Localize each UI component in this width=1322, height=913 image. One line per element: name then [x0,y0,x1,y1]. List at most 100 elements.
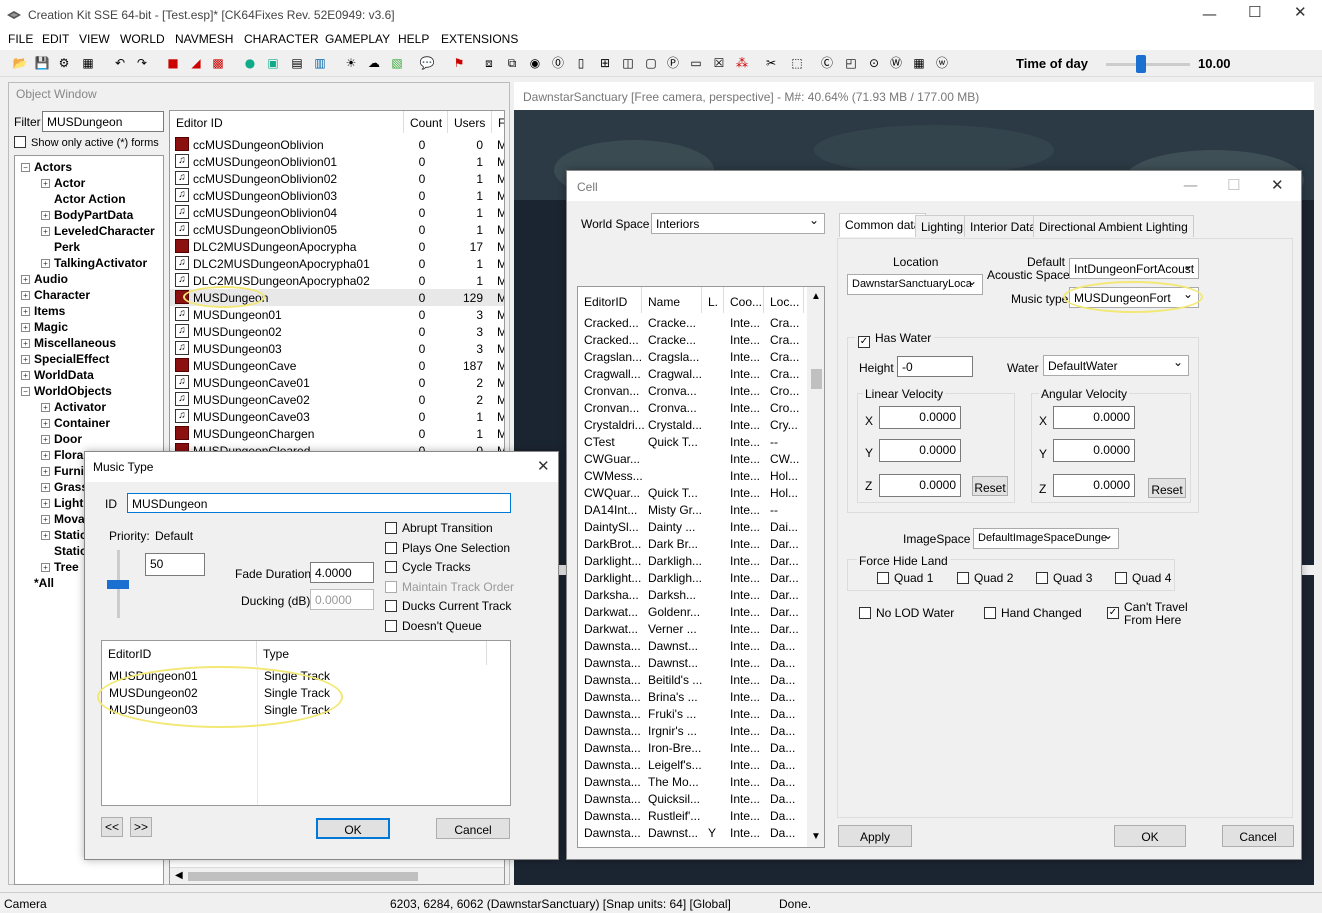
table-row[interactable]: MUSDungeon 0 129 M [170,289,504,306]
tree-item[interactable]: + Character [21,288,90,302]
tree-item[interactable]: *All [21,576,54,590]
cell-maximize-icon[interactable]: ☐ [1227,176,1240,194]
has-water-checkbox[interactable]: ✓ Has Water [855,331,935,348]
tree-expander-icon[interactable]: + [41,531,50,541]
data-icon[interactable]: ▦ [80,55,96,71]
cell-cancel-button[interactable]: Cancel [1222,825,1294,847]
list-item[interactable]: Cronvan... Cronva... Inte... Cro... [578,399,804,416]
tree-item[interactable]: + Container [41,416,110,430]
tab-interior-data[interactable]: Interior Data [964,215,1043,237]
list-item[interactable]: Dawnsta... Dawnst... Y Inte... Da... [578,824,804,841]
list-item[interactable]: Cracked... Cracke... Inte... Cra... [578,331,804,348]
list-item[interactable]: Cragwall... Cragwal... Inte... Cra... [578,365,804,382]
music-close-icon[interactable]: ✕ [537,457,550,475]
cube2-icon[interactable]: ◫ [620,55,636,71]
table-row[interactable]: ♫ MUSDungeonCave01 0 2M [170,374,504,391]
table-row[interactable]: ♫ DLC2MUSDungeonApocrypha02 0 1M [170,272,504,289]
scroll-up-icon[interactable]: ▲ [811,291,821,302]
scroll-down-icon[interactable]: ▼ [811,831,821,842]
track-col-type[interactable]: Type [257,641,487,665]
angular-x-input[interactable]: 0.0000 [1053,406,1135,429]
music-ok-button[interactable]: OK [316,818,390,839]
list-item[interactable]: Dawnsta... Dawnst... Inte... Da... [578,654,804,671]
cell-col-editorid[interactable]: EditorID [578,287,642,313]
list-item[interactable]: Dawnsta... Leigelf's... Inte... Da... [578,756,804,773]
list-item[interactable]: Darklight... Darkligh... Inte... Dar... [578,552,804,569]
menu-character[interactable]: CHARACTER [244,32,319,46]
list-item[interactable]: CWGuar... Inte... CW... [578,450,804,467]
terrain-icon[interactable]: ◢ [188,55,204,71]
track-row[interactable]: MUSDungeon03 Single Track [102,701,487,718]
cell-col-name[interactable]: Name [642,287,702,313]
linear-y-input[interactable]: 0.0000 [879,439,961,462]
cant-travel-checkbox[interactable]: ✓ Can't Travel From Here [1107,601,1188,627]
box-icon[interactable]: ⧉ [504,55,520,71]
option-checkbox[interactable]: Doesn't Queue [385,619,482,633]
table-row[interactable]: ♫ ccMUSDungeonOblivion04 0 1M [170,204,504,221]
cell-minimize-icon[interactable]: — [1183,176,1198,194]
tree-item[interactable]: + Light [41,496,83,510]
split-icon[interactable]: ⊞ [597,55,613,71]
col-editor-id[interactable]: Editor ID [170,111,404,133]
list-item[interactable]: CWMess... Inte... Hol... [578,467,804,484]
circle-b-icon[interactable]: ◉ [527,55,543,71]
music-type-select[interactable]: MUSDungeonFort [1069,287,1199,308]
list-item[interactable]: Darklight... Darkligh... Inte... Dar... [578,569,804,586]
tree-expander-icon[interactable]: + [41,483,50,493]
preferences-icon[interactable]: ⚙ [56,55,72,71]
tree-expander-icon[interactable]: + [41,419,50,429]
grid-icon[interactable]: ▦ [911,55,927,71]
tab-common-data[interactable]: Common data [839,213,927,237]
tree-item[interactable]: + Mova [41,512,85,526]
table-row[interactable]: ♫ MUSDungeonCave02 0 2M [170,391,504,408]
cell-col-coords[interactable]: Coo... [724,287,764,313]
table-row[interactable]: ♫ MUSDungeonCave03 0 1M [170,408,504,425]
prev-button[interactable]: << [101,817,123,837]
table-row[interactable]: DLC2MUSDungeonApocrypha 0 17 M [170,238,504,255]
track-row[interactable]: MUSDungeon01 Single Track [102,667,487,684]
tree-expander-icon[interactable]: + [41,499,50,509]
menu-view[interactable]: VIEW [79,32,110,46]
tree-item[interactable]: + Items [21,304,65,318]
table-row[interactable]: ccMUSDungeonOblivion00M [170,136,504,153]
location-select[interactable]: DawnstarSanctuaryLoca [847,274,983,295]
tree-expander-icon[interactable]: + [41,467,50,477]
list-item[interactable]: Dawnsta... Beitild's ... Inte... Da... [578,671,804,688]
worldspace-select[interactable]: Interiors [651,213,825,234]
option-checkbox[interactable]: Abrupt Transition [385,521,493,535]
save-icon[interactable]: 💾 [34,55,50,71]
quad3-checkbox[interactable]: Quad 3 [1036,571,1092,585]
table-row[interactable]: MUSDungeonCave 0 187 M [170,357,504,374]
priority-input[interactable]: 50 [145,553,205,576]
tree-expander-icon[interactable]: − [21,387,30,397]
table-row[interactable]: ♫ MUSDungeon01 0 3M [170,306,504,323]
tree-item[interactable]: + Grass [41,480,88,494]
table-row[interactable]: ♫ MUSDungeon03 0 3M [170,340,504,357]
list-item[interactable]: Darksha... Darksh... Inte... Dar... [578,586,804,603]
tree-expander-icon[interactable]: + [21,291,30,301]
quad2-checkbox[interactable]: Quad 2 [957,571,1013,585]
open-icon[interactable]: 📂 [12,55,28,71]
music-cancel-button[interactable]: Cancel [436,818,510,839]
square-icon[interactable]: ▢ [643,55,659,71]
menu-gameplay[interactable]: GAMEPLAY [325,32,390,46]
option-checkbox[interactable]: Plays One Selection [385,541,510,555]
w-icon[interactable]: Ⓦ [888,55,904,71]
checkbox-box[interactable] [385,619,397,632]
tree-expander-icon[interactable]: + [41,403,50,413]
list-item[interactable]: Dawnsta... Rustleif'... Inte... Da... [578,807,804,824]
track-row[interactable]: MUSDungeon02 Single Track [102,684,487,701]
list-item[interactable]: Dawnsta... Irgnir's ... Inte... Da... [578,722,804,739]
tree-item[interactable]: Actor Action [41,192,126,206]
speech-icon[interactable]: 💬 [419,55,435,71]
minimize-icon[interactable]: — [1202,5,1217,23]
menu-navmesh[interactable]: NAVMESH [175,32,233,46]
menu-edit[interactable]: EDIT [42,32,69,46]
select-icon[interactable]: ✂ [763,55,779,71]
tree-item[interactable]: + Door [41,432,82,446]
next-button[interactable]: >> [130,817,152,837]
angular-y-input[interactable]: 0.0000 [1053,439,1135,462]
imagespace-select[interactable]: DefaultImageSpaceDunge [973,528,1119,549]
checkbox-box[interactable] [385,600,397,612]
tree-expander-icon[interactable]: + [41,563,50,573]
